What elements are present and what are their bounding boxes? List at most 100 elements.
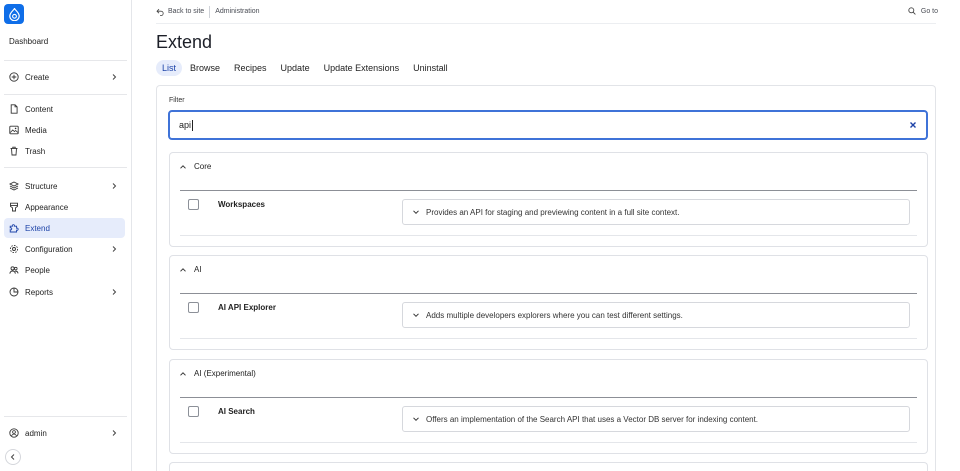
tab-recipes[interactable]: Recipes [228,60,273,76]
row-divider [180,442,917,443]
sidebar-item-appearance[interactable]: Appearance [4,197,125,217]
toolbar-divider [209,5,211,18]
pie-chart-icon [9,287,19,297]
tab-update-extensions[interactable]: Update Extensions [318,60,406,76]
chevron-left-icon [10,454,15,460]
row-divider [180,338,917,339]
module-group-ai: AI AI API Explorer Adds multiple develop… [169,255,928,350]
module-description: Offers an implementation of the Search A… [426,414,759,424]
sidebar-item-content[interactable]: Content [4,99,125,119]
trash-icon [9,146,19,156]
chevron-right-icon [112,246,117,252]
sidebar-divider [4,167,127,168]
back-to-site-label: Back to site [168,8,205,15]
drupal-logo-icon[interactable] [4,4,24,24]
clear-filter-icon[interactable] [909,121,917,129]
module-description-toggle[interactable]: Offers an implementation of the Search A… [402,406,910,432]
gear-icon [9,244,19,254]
sidebar-item-people[interactable]: People [4,260,125,280]
sidebar-item-label: admin [25,428,47,438]
tab-browse[interactable]: Browse [184,60,226,76]
sidebar-item-media[interactable]: Media [4,120,125,140]
module-checkbox[interactable] [188,302,199,313]
table-header-rule [180,397,917,398]
page-title: Extend [156,32,213,52]
group-title: Core [194,162,212,171]
table-header-rule [180,190,917,191]
sidebar-divider [4,416,127,417]
text-caret [192,119,194,131]
sidebar-item-configuration[interactable]: Configuration [4,239,125,259]
image-icon [9,125,19,135]
module-description-toggle[interactable]: Adds multiple developers explorers where… [402,302,910,328]
module-name: Workspaces [218,200,265,209]
main-content: Back to site Administration Go to Extend… [132,0,960,471]
puzzle-icon [9,223,19,233]
sidebar-item-create[interactable]: Create [4,67,125,87]
sidebar-item-label: Content [25,104,54,114]
group-title: AI (Experimental) [194,369,256,378]
collapse-sidebar-button[interactable] [5,449,21,465]
chevron-down-icon [413,417,419,422]
row-divider [180,235,917,236]
chevron-right-icon [112,183,117,189]
brush-icon [9,202,19,212]
sidebar-item-admin-user[interactable]: admin [4,423,125,443]
sidebar-item-label: Configuration [25,244,73,254]
module-checkbox[interactable] [188,406,199,417]
chevron-right-icon [112,430,117,436]
sidebar-item-reports[interactable]: Reports [4,282,125,302]
sidebar-item-label: People [25,265,50,275]
chevron-down-icon [413,313,419,318]
chevron-down-icon [413,210,419,215]
people-icon [9,265,19,275]
sidebar-item-trash[interactable]: Trash [4,141,125,161]
table-header-rule [180,293,917,294]
sidebar-item-label: Create [25,72,50,82]
module-description: Adds multiple developers explorers where… [426,310,683,320]
chevron-up-icon [180,371,186,376]
chevron-right-icon [112,289,117,295]
top-toolbar: Back to site Administration Go to [156,0,938,24]
search-icon [908,7,916,15]
module-group-core: Core Workspaces Provides an API for stag… [169,152,928,247]
go-to-button[interactable]: Go to [908,7,938,15]
sidebar-item-extend[interactable]: Extend [4,218,125,238]
chevron-up-icon [180,267,186,272]
sidebar-item-label: Extend [25,223,50,233]
filter-input[interactable]: api [168,110,928,140]
module-name: AI Search [218,407,255,416]
document-icon [9,104,19,114]
sidebar-item-label: Structure [25,181,58,191]
filter-label: Filter [169,97,185,104]
admin-sidebar: Dashboard Create Content Media Trash Str… [0,0,132,471]
group-toggle[interactable]: AI [179,265,202,274]
layers-icon [9,181,19,191]
sidebar-item-label: Reports [25,287,54,297]
plus-circle-icon [9,72,19,82]
sidebar-divider [4,60,127,61]
tab-uninstall[interactable]: Uninstall [407,60,454,76]
group-toggle[interactable]: AI (Experimental) [179,369,256,378]
module-checkbox[interactable] [188,199,199,210]
back-arrow-icon [156,8,164,16]
module-description-toggle[interactable]: Provides an API for staging and previewi… [402,199,910,225]
filter-input-value: api [179,120,192,130]
user-circle-icon [9,428,19,438]
back-to-site-link[interactable]: Back to site [156,8,204,16]
chevron-up-icon [180,164,186,169]
tab-update[interactable]: Update [275,60,316,76]
group-toggle[interactable]: Core [179,162,211,171]
sidebar-item-label: Appearance [25,202,69,212]
module-name: AI API Explorer [218,303,276,312]
tab-list[interactable]: List [156,60,183,76]
breadcrumb-administration[interactable]: Administration [215,8,259,15]
go-to-label: Go to [920,7,938,15]
module-group-next [169,462,928,471]
module-group-ai-experimental: AI (Experimental) AI Search Offers an im… [169,359,928,454]
sidebar-item-dashboard[interactable]: Dashboard [9,37,48,46]
tabs: List Browse Recipes Update Update Extens… [156,60,456,76]
sidebar-item-label: Media [25,125,47,135]
sidebar-item-structure[interactable]: Structure [4,176,125,196]
module-description: Provides an API for staging and previewi… [426,207,680,217]
